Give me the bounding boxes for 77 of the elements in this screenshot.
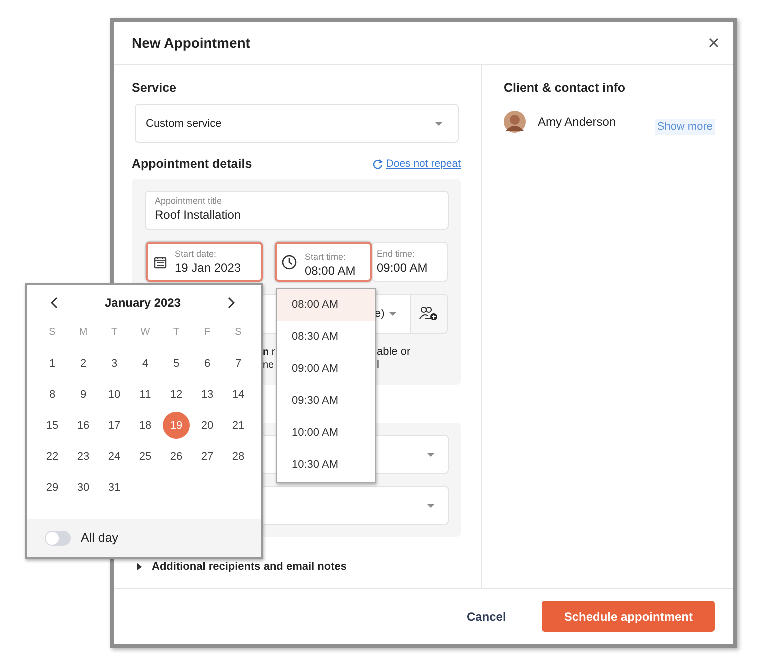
client-name: Amy Anderson [538,115,616,129]
title-field[interactable]: Appointment title Roof Installation [145,191,449,230]
calendar-day[interactable]: 5 [161,348,192,379]
caret-icon [434,120,444,126]
close-button[interactable] [707,36,721,50]
date-field[interactable]: Start date: 19 Jan 2023 [146,242,263,282]
people-add-icon [419,306,439,322]
calendar-day[interactable]: 15 [37,410,68,441]
section-label: Client & contact info [504,81,627,95]
additional-recipients-toggle[interactable]: Additional recipients and email notes [132,561,461,573]
calendar-day[interactable]: 31 [99,472,130,503]
calendar-day[interactable]: 16 [68,410,99,441]
weekday-label: S [234,326,243,340]
calendar-day[interactable]: 26 [161,441,192,472]
calendar-icon [154,256,167,268]
chevron-right-icon [227,297,235,309]
plain-field[interactable]: End time: 09:00 AM [372,242,448,282]
repeat-link[interactable]: Does not repeat [373,158,461,170]
calendar-day[interactable]: 7 [223,348,254,379]
time-field[interactable]: Start time: 08:00 AM [275,242,372,282]
section-label: Appointment details [132,157,252,171]
clock-icon [282,254,297,270]
service-dropdown[interactable]: Custom service [135,104,459,143]
calendar-day[interactable]: 23 [68,441,99,472]
weekday-label: W [140,326,152,340]
calendar-day[interactable]: 9 [68,379,99,410]
calendar-day[interactable]: 22 [37,441,68,472]
calendar-day[interactable]: 10 [99,379,130,410]
calendar-day[interactable]: 1 [37,348,68,379]
weekday-label: S [48,326,57,340]
calendar-day[interactable]: 27 [192,441,223,472]
chevron-left-icon [51,297,59,309]
time-option[interactable]: 08:00 AM [277,289,375,321]
calendar-day[interactable]: 6 [192,348,223,379]
dialog-title: New Appointment [132,35,250,51]
calendar-day[interactable]: 30 [68,472,99,503]
section-label: Service [132,81,178,95]
note-text: l [377,359,380,372]
calendar-day[interactable]: 11 [130,379,161,410]
calendar-day[interactable]: 14 [223,379,254,410]
caret-icon [426,452,436,458]
time-option[interactable]: 09:30 AM [277,385,375,417]
calendar-day[interactable]: 17 [99,410,130,441]
calendar-day[interactable]: 2 [68,348,99,379]
close-icon [709,38,719,48]
calendar-day[interactable]: 25 [130,441,161,472]
calendar-day[interactable]: 18 [130,410,161,441]
calendar-day[interactable]: 4 [130,348,161,379]
avatar-icon [504,111,526,133]
add-person-button[interactable] [411,294,448,334]
caret-icon [426,502,436,508]
caret-icon [388,311,398,317]
weekday-label: T [110,326,119,340]
calendar-day[interactable]: 29 [37,472,68,503]
weekday-label: M [78,326,89,340]
calendar-day[interactable]: 3 [99,348,130,379]
month-title: January 2023 [104,296,182,310]
weekday-label: F [203,326,212,340]
calendar-day[interactable]: 12 [161,379,192,410]
calendar-day[interactable]: 28 [223,441,254,472]
calendar-day[interactable]: 13 [192,379,223,410]
time-option[interactable]: 10:00 AM [277,417,375,449]
all-day-label: All day [81,531,119,545]
weekday-label: T [172,326,181,340]
calendar-day[interactable]: 21 [223,410,254,441]
note-text: ne [263,359,274,372]
repeat-icon [373,159,384,169]
all-day-toggle[interactable] [45,530,71,546]
time-option[interactable]: 09:00 AM [277,353,375,385]
time-option[interactable]: 10:30 AM [277,449,375,481]
calendar-day[interactable]: 24 [99,441,130,472]
note-text: n r [263,346,276,359]
note-text: able or [377,346,411,359]
time-option[interactable]: 08:30 AM [277,321,375,353]
calendar-day[interactable]: 20 [192,410,223,441]
cancel-button[interactable]: Cancel [460,608,512,624]
calendar-day[interactable]: 8 [37,379,68,410]
